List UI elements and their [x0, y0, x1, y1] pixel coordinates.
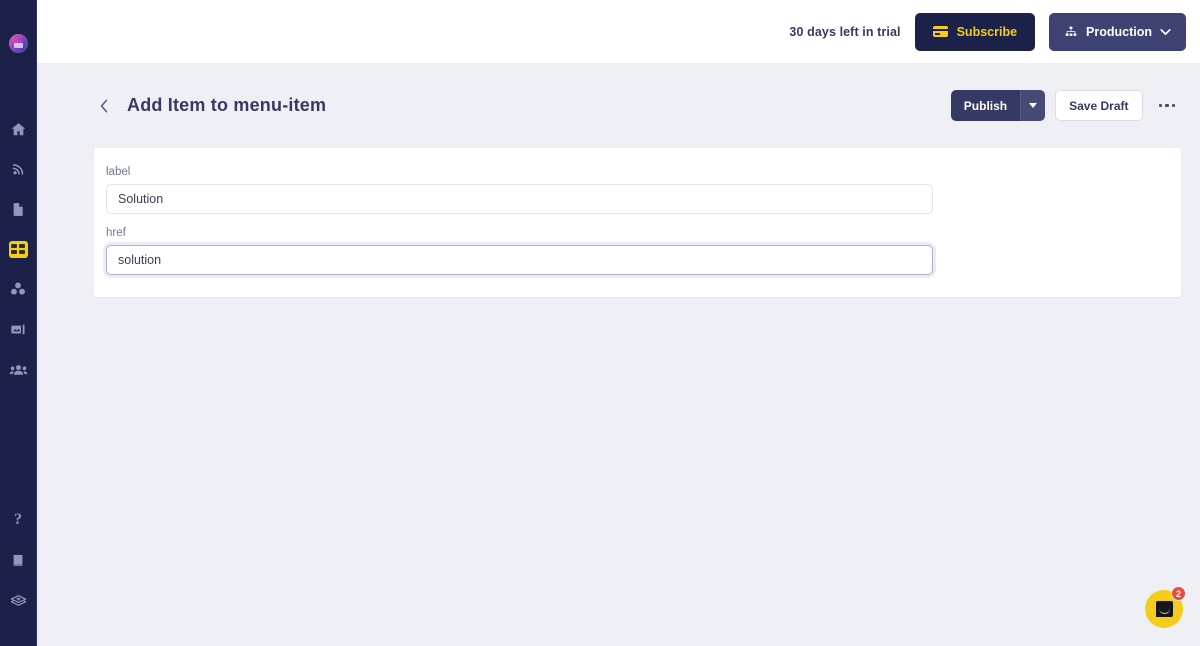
top-bar: 30 days left in trial Subscribe Producti…: [37, 0, 1200, 63]
sidebar-item-blog[interactable]: [0, 149, 37, 189]
label-input[interactable]: [106, 184, 933, 214]
app-root: ? 30 days left in trial Subscribe Produc…: [0, 0, 1200, 646]
sidebar-item-collections[interactable]: [0, 229, 37, 269]
team-icon: [9, 364, 27, 375]
sidebar-bottom-nav: ?: [0, 500, 37, 620]
sidebar-item-docs[interactable]: [0, 540, 37, 580]
publish-dropdown-button[interactable]: [1020, 90, 1046, 121]
sitemap-icon: [1065, 26, 1077, 36]
subscribe-button[interactable]: Subscribe: [914, 12, 1036, 51]
sidebar: ?: [0, 0, 37, 646]
environment-label: Production: [1086, 24, 1152, 39]
help-question-icon: ?: [14, 511, 22, 528]
field-label: label: [94, 166, 1181, 214]
publish-split-button: Publish: [950, 90, 1046, 121]
home-icon: [11, 122, 25, 135]
sidebar-item-media[interactable]: [0, 309, 37, 349]
document-icon: [13, 202, 23, 216]
collections-grid-icon: [8, 240, 28, 258]
content-area: label href: [37, 148, 1200, 297]
field-href: href: [94, 227, 1181, 275]
book-icon: [13, 554, 23, 566]
caret-down-icon: [1029, 103, 1038, 108]
environment-selector-button[interactable]: Production: [1049, 12, 1186, 51]
media-icon: [11, 324, 25, 334]
subscribe-button-label: Subscribe: [956, 24, 1018, 39]
layers-icon: [10, 594, 26, 606]
save-draft-button[interactable]: Save Draft: [1055, 90, 1143, 121]
intercom-launcher[interactable]: 2: [1145, 586, 1186, 628]
page-title: Add Item to menu-item: [127, 95, 327, 115]
sidebar-top-nav: [0, 109, 37, 389]
more-options-button[interactable]: [1153, 98, 1182, 114]
trial-status-text: 30 days left in trial: [789, 24, 901, 39]
sidebar-item-team[interactable]: [0, 349, 37, 389]
page-header-actions: Publish Save Draft: [950, 90, 1182, 121]
sidebar-item-help[interactable]: ?: [0, 500, 37, 540]
back-button[interactable]: [95, 97, 113, 115]
sidebar-item-layers[interactable]: [0, 580, 37, 620]
publish-button[interactable]: Publish: [950, 90, 1021, 121]
chevron-left-icon: [100, 99, 107, 112]
sidebar-item-components[interactable]: [0, 269, 37, 309]
field-href-caption: href: [106, 227, 126, 239]
sidebar-item-home[interactable]: [0, 109, 37, 149]
credit-card-icon: [932, 26, 948, 37]
sidebar-item-pages[interactable]: [0, 189, 37, 229]
chat-bubble-icon: [1155, 601, 1173, 617]
ellipsis-icon: [1158, 103, 1162, 108]
page-header: Add Item to menu-item Publish Save Draft: [37, 63, 1200, 148]
item-form-card: label href: [94, 148, 1181, 297]
intercom-unread-badge: 2: [1171, 586, 1186, 601]
href-input[interactable]: [106, 245, 933, 275]
broadcast-icon: [12, 163, 23, 175]
grid-cells: [11, 244, 25, 254]
chevron-down-icon: [1160, 28, 1171, 35]
main-area: 30 days left in trial Subscribe Producti…: [37, 0, 1200, 646]
workspace-logo-avatar: [8, 34, 28, 53]
workspace-logo[interactable]: [8, 34, 28, 53]
components-icon: [11, 282, 25, 295]
field-label-caption: label: [106, 166, 131, 178]
